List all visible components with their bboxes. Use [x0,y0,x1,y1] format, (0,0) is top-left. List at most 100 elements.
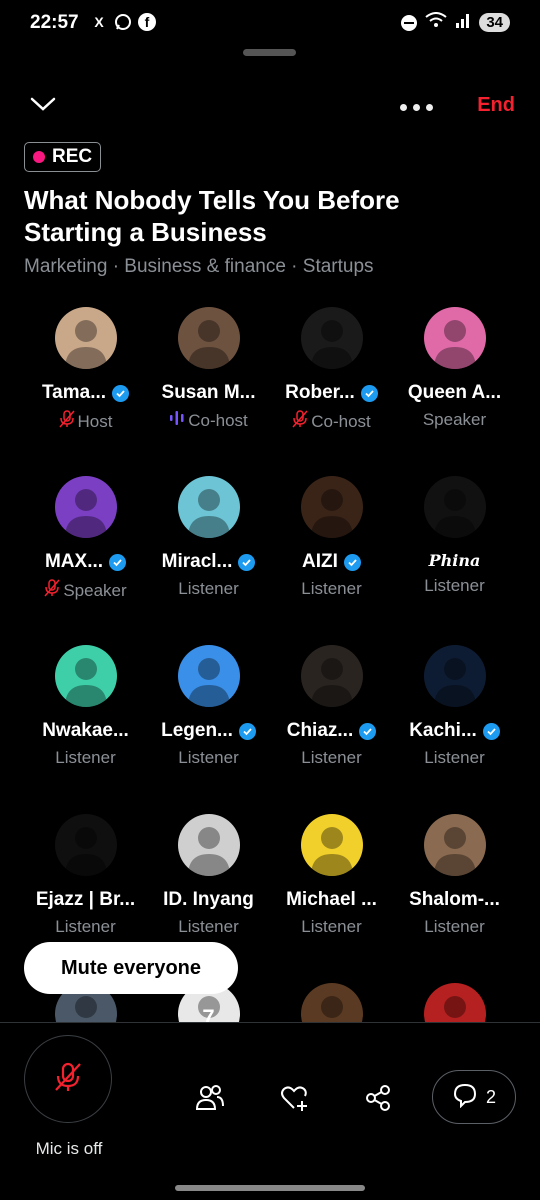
participant[interactable]: Rober... Co-host [270,307,393,433]
participant-name-row: Ejazz | Br... [24,889,147,911]
drag-handle[interactable] [243,49,296,56]
participant-name: Queen A... [407,382,502,403]
participant-name-row: Miracl... [147,551,270,573]
avatar[interactable] [423,814,486,876]
avatar[interactable] [54,307,117,369]
avatar[interactable] [54,645,117,707]
participant-role-row: Co-host [147,410,270,431]
chevron-down-icon[interactable] [30,94,56,119]
participant-role: Speaker [63,580,127,600]
participant-name-row: Shalom-... [393,889,516,911]
mic-off-icon [51,1060,85,1099]
verified-badge-icon [343,553,361,571]
participant-role-row: Listener [24,917,147,937]
battery-indicator: 34 [479,13,510,32]
participant-name: Michael ... [286,889,377,910]
end-space-button[interactable]: End [477,94,515,117]
participant-role: Listener [178,748,239,767]
chat-bubble-icon [452,1082,478,1113]
participant[interactable]: Susan M... Co-host [147,307,270,431]
participant[interactable]: Tama... Host [24,307,147,433]
participant-name-row: Queen A... [393,382,516,404]
avatar[interactable] [177,307,240,369]
verified-badge-icon [238,722,256,740]
avatar[interactable] [423,645,486,707]
verified-badge-icon [360,384,378,402]
avatar[interactable] [423,307,486,369]
participant-role: Co-host [311,411,371,431]
participant-name: Miracl... [161,551,233,572]
comments-count: 2 [485,1086,496,1107]
participant-name-row: Tama... [24,382,147,404]
participant-name: MAX... [44,551,104,572]
participant[interactable]: Miracl... Listener [147,476,270,599]
avatar[interactable] [177,476,240,538]
participant-role-row: Listener [147,917,270,937]
status-bar: 22:57 X f 34 [0,0,540,50]
share-icon[interactable] [361,1081,395,1115]
avatar[interactable] [300,814,363,876]
verified-badge-icon [109,553,127,571]
space-topics[interactable]: Marketing · Business & finance · Startup… [24,256,374,278]
participant[interactable]: Chiaz... Listener [270,645,393,768]
verified-badge-icon [238,553,256,571]
participant-name: AIZI [302,551,338,572]
recording-label: REC [52,146,93,167]
participant[interactable]: Shalom-... Listener [393,814,516,937]
participant-role-row: Listener [24,748,147,768]
participant-name-row: MAX... [24,551,147,573]
participant-name: Shalom-... [409,889,500,910]
participant-role-row: Listener [270,748,393,768]
mic-muted-icon [58,410,75,433]
participant-name: Tama... [41,382,107,403]
participant[interactable]: AIZI Listener [270,476,393,599]
participant[interactable]: Queen A... Speaker [393,307,516,430]
avatar[interactable] [300,645,363,707]
avatar[interactable] [177,814,240,876]
participant-name: ID. Inyang [163,889,254,910]
participant-name: Phina [428,551,481,570]
participant-role-row: Listener [147,748,270,768]
participant-role: Listener [424,576,485,595]
participant-role-row: Listener [147,579,270,599]
home-indicator[interactable] [175,1185,365,1191]
participant-role-row: Listener [393,576,516,596]
avatar[interactable] [300,476,363,538]
participant[interactable]: Kachi... Listener [393,645,516,768]
mic-status-label: Mic is off [35,1139,103,1158]
comments-button[interactable]: 2 [432,1070,516,1124]
participant-name: Legen... [161,720,233,741]
participant[interactable]: Michael ... Listener [270,814,393,937]
signal-icon [455,12,471,33]
more-options-icon[interactable] [400,104,433,111]
avatar[interactable] [177,645,240,707]
mic-muted-icon [44,579,60,602]
participant-role: Listener [301,748,362,767]
heart-plus-icon[interactable] [278,1081,312,1115]
participant-name-row: Rober... [270,382,393,404]
mic-toggle-button[interactable] [24,1035,112,1123]
participant-role-row: Listener [270,579,393,599]
participant[interactable]: Legen... Listener [147,645,270,768]
mic-muted-icon [292,410,308,433]
participant-role-row: Speaker [393,410,516,430]
avatar[interactable] [54,814,117,876]
participant[interactable]: MAX... Speaker [24,476,147,602]
participant[interactable]: Ejazz | Br... Listener [24,814,147,937]
participant-name: Rober... [285,382,355,403]
status-time: 22:57 [30,12,79,33]
avatar[interactable] [300,307,363,369]
participant[interactable]: Phina Listener [393,476,516,596]
participant-name-row: Michael ... [270,889,393,911]
avatar[interactable] [54,476,117,538]
avatar[interactable] [423,476,486,538]
participant[interactable]: ID. Inyang Listener [147,814,270,937]
participant-name: Susan M... [161,382,256,403]
space-header: End [0,88,540,128]
people-icon[interactable] [193,1081,227,1115]
participant-name-row: Chiaz... [270,720,393,742]
participant-name-row: Kachi... [393,720,516,742]
mute-everyone-button[interactable]: Mute everyone [24,942,238,994]
speaking-indicator-icon [169,410,185,431]
participant[interactable]: Nwakae... Listener [24,645,147,768]
